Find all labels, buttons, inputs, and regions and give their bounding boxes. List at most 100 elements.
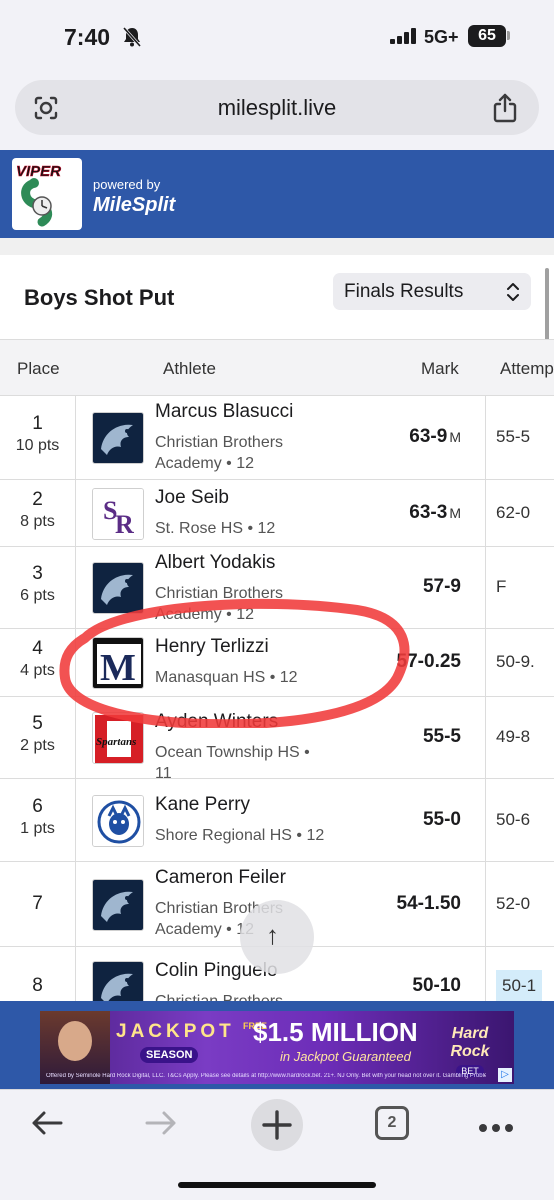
arrow-up-icon: ↑ (266, 920, 279, 950)
team-logo[interactable] (92, 794, 144, 847)
url-area: milesplit.live (0, 70, 554, 150)
place-cell: 4 4 pts (0, 629, 76, 696)
attempt-value: 50-6 (496, 809, 531, 829)
back-arrow-icon[interactable] (28, 1104, 66, 1147)
status-time: 7:40 (64, 24, 111, 50)
place-number: 6 (32, 795, 43, 817)
mark-value: 57-0.25 (396, 651, 461, 672)
milesplit-logo[interactable]: MileSplit (93, 194, 175, 217)
place-points: 2 pts (20, 737, 55, 754)
network-type: 5G+ (424, 27, 459, 47)
athlete-team[interactable]: Christian Brothers (155, 991, 325, 1001)
athlete-name[interactable]: Cameron Feiler (155, 867, 286, 889)
mark-value: 54-1.50 (396, 892, 461, 914)
results-select[interactable]: Finals Results (333, 273, 531, 310)
svg-text:VIPER: VIPER (16, 163, 61, 180)
col-attempts[interactable]: Attemp (500, 359, 554, 379)
attempt-value: 49-8 (496, 727, 531, 746)
table-row[interactable]: 5 2 pts Spartans Ayden Winters Ocean Townshi… (0, 697, 554, 782)
scroll-indicator[interactable] (545, 268, 549, 342)
place-cell: 6 1 pts (0, 779, 76, 861)
svg-text:Spartans: Spartans (96, 736, 136, 748)
viper-logo[interactable]: VIPER (12, 158, 82, 230)
bell-slash-icon (122, 26, 142, 53)
table-row[interactable]: 3 6 pts Albert Yodakis Christian Brothers A… (0, 547, 554, 629)
attempt-value: 62-0 (496, 502, 531, 522)
mark-cell: 50-10 (368, 947, 486, 1001)
tab-count-button[interactable]: 2 (375, 1106, 409, 1140)
col-place[interactable]: Place (17, 359, 60, 379)
svg-text:R: R (115, 510, 134, 539)
table-row[interactable]: 1 10 pts Marcus Blasucci Christian Brothers… (0, 396, 554, 480)
athlete-name[interactable]: Joe Seib (155, 487, 229, 509)
place-points: 1 pts (20, 819, 55, 837)
battery-icon: 65 (468, 25, 506, 47)
forward-arrow-icon[interactable] (142, 1104, 180, 1147)
table-row[interactable]: 6 1 pts Kane Perry Shore Regional HS • 12 55… (0, 779, 554, 862)
attempt-value: 50-1 (496, 970, 543, 1001)
athlete-team[interactable]: Shore Regional HS • 12 (155, 825, 325, 846)
athlete-team[interactable]: Manasquan HS • 12 (155, 667, 325, 688)
place-number: 3 (32, 563, 43, 584)
team-logo[interactable]: Spartans (92, 712, 144, 764)
team-logo[interactable] (92, 562, 144, 614)
new-tab-icon[interactable] (250, 1098, 304, 1157)
team-logo[interactable] (92, 961, 144, 1001)
attempt-value: 55-5 (496, 427, 531, 446)
table-row[interactable]: 2 8 pts S R Joe Seib St. Rose HS • 12 63-3 M 62-… (0, 480, 554, 547)
battery-tip (507, 31, 510, 40)
place-number: 1 (32, 413, 43, 434)
mark-cell: 63-3 M (368, 480, 486, 546)
more-icon[interactable] (478, 1120, 514, 1138)
site-header: VIPER powered by MileSplit (0, 150, 554, 238)
athlete-team[interactable]: St. Rose HS • 12 (155, 518, 325, 539)
col-athlete[interactable]: Athlete (163, 359, 216, 379)
team-logo[interactable] (92, 412, 144, 464)
athlete-name[interactable]: Albert Yodakis (155, 552, 275, 574)
mark-value: 50-10 (412, 975, 461, 996)
event-header: Boys Shot Put Finals Results (0, 255, 554, 339)
athlete-name[interactable]: Kane Perry (155, 794, 250, 816)
athlete-team[interactable]: Ocean Township HS • 11 (155, 742, 325, 784)
mark-cell: 57-0.25 (368, 629, 486, 696)
ad-choices-icon[interactable]: ▷ (498, 1068, 512, 1082)
event-title: Boys Shot Put (24, 285, 175, 310)
results-select-value: Finals Results (344, 281, 464, 302)
scroll-top-button[interactable]: ↑ (240, 900, 314, 974)
place-cell: 7 (0, 862, 76, 946)
athlete-name[interactable]: Henry Terlizzi (155, 636, 269, 658)
hard-rock-logo: Hard Rock BET (450, 1025, 490, 1077)
share-icon[interactable] (491, 92, 519, 129)
place-cell: 1 10 pts (0, 396, 76, 479)
place-points: 6 pts (20, 587, 55, 604)
address-bar[interactable]: milesplit.live (15, 80, 539, 135)
attempt-value: 50-9. (496, 652, 535, 671)
hard-rock-ad[interactable]: JACKPOT SEASON FREE $1.5 MILLION in Jack… (40, 1011, 514, 1084)
url-text[interactable]: milesplit.live (15, 95, 539, 121)
ad-band: JACKPOT SEASON FREE $1.5 MILLION in Jack… (0, 1001, 554, 1089)
ad-fine-print: Offered by Seminole Hard Rock Digital, L… (46, 1073, 486, 1079)
chevron-updown-icon (506, 282, 520, 307)
place-points: 10 pts (15, 437, 60, 454)
home-indicator (178, 1182, 376, 1188)
team-logo[interactable]: SR (92, 487, 144, 540)
attempt-value: 52-0 (496, 893, 531, 913)
place-number: 4 (32, 638, 43, 659)
col-mark[interactable]: Mark (421, 359, 459, 379)
athlete-team[interactable]: Christian Brothers Academy • 12 (155, 432, 325, 474)
table-header: Place Athlete Mark Attemp (0, 339, 554, 396)
mark-value: 55-0 (422, 808, 461, 830)
table-row[interactable]: 4 4 pts M Henry Terlizzi Manasquan HS • 12 57… (0, 629, 554, 697)
athlete-name[interactable]: Ayden Winters (155, 711, 278, 733)
place-cell: 8 (0, 947, 76, 1001)
place-cell: 2 8 pts (0, 480, 76, 546)
place-number: 2 (32, 488, 43, 510)
place-points: 4 pts (20, 662, 55, 679)
mark-cell: 55-0 (368, 779, 486, 861)
athlete-team[interactable]: Christian Brothers Academy • 12 (155, 583, 325, 625)
place-number: 5 (32, 713, 43, 734)
team-logo[interactable]: M (92, 637, 144, 689)
attempt-value: F (496, 577, 507, 596)
team-logo[interactable] (92, 878, 144, 931)
athlete-name[interactable]: Marcus Blasucci (155, 401, 293, 423)
